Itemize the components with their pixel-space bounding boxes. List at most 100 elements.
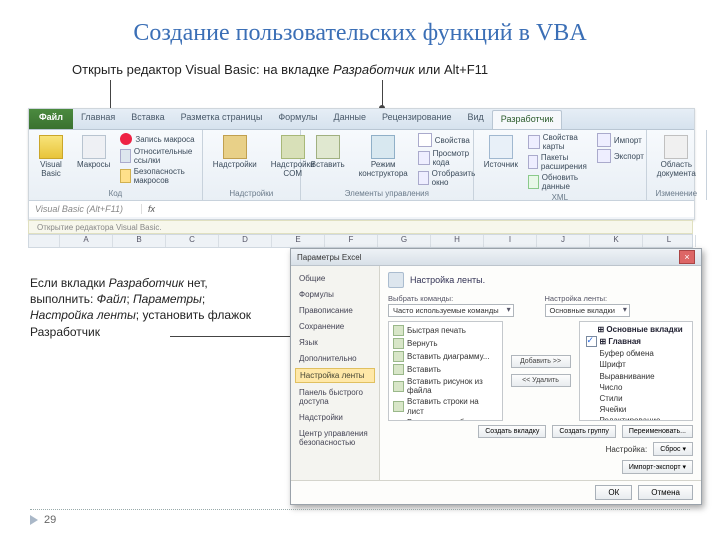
tree-child[interactable]: Буфер обмена (582, 348, 691, 359)
tree-child[interactable]: Шрифт (582, 359, 691, 370)
callout-line-1 (110, 80, 111, 110)
shield-icon (120, 169, 130, 183)
tree-node[interactable]: ⊞ Основные вкладки (582, 324, 691, 335)
btn-rename[interactable]: Переименовать... (622, 425, 693, 438)
sidebar-item[interactable]: Сохранение (295, 320, 375, 333)
list-item[interactable]: Вставить рисунок из файла (391, 376, 500, 396)
import-icon (597, 133, 611, 147)
ribbon-body: Visual Basic Макросы Запись макроса Отно… (29, 130, 694, 200)
insert-ctrl-icon (316, 135, 340, 159)
btn-import[interactable]: Импорт (597, 133, 644, 147)
subtitle: Открыть редактор Visual Basic: на вкладк… (72, 62, 488, 77)
group-xml-caption: XML (480, 191, 640, 202)
excel-ribbon: Файл Главная Вставка Разметка страницы Ф… (28, 108, 695, 220)
tree-child[interactable]: Ячейки (582, 404, 691, 415)
sidebar-item[interactable]: Настройка ленты (295, 368, 375, 383)
relref-icon (120, 149, 131, 163)
xml-source-icon (489, 135, 513, 159)
ribbon-tabs: Файл Главная Вставка Разметка страницы Ф… (29, 109, 694, 130)
btn-view-code[interactable]: Просмотр кода (418, 149, 479, 167)
commands-listbox[interactable]: Быстрая печатьВернутьВставить диаграмму.… (388, 321, 503, 421)
btn-ok[interactable]: ОК (595, 485, 632, 500)
refresh-icon (528, 175, 539, 189)
callout-line-3 (170, 336, 295, 337)
btn-addins[interactable]: Надстройки (209, 133, 261, 172)
sidebar-item[interactable]: Дополнительно (295, 352, 375, 365)
tree-child[interactable]: Стили (582, 393, 691, 404)
viewcode-icon (418, 151, 430, 165)
tab-developer[interactable]: Разработчик (492, 110, 562, 129)
macros-icon (82, 135, 106, 159)
btn-expansion[interactable]: Пакеты расширения (528, 153, 591, 171)
tree-child[interactable]: Число (582, 382, 691, 393)
btn-cancel[interactable]: Отмена (638, 485, 693, 500)
dialog-sidebar: Общие Формулы Правописание Сохранение Язык До… (291, 266, 380, 480)
btn-record-macro[interactable]: Запись макроса (120, 133, 195, 145)
list-item[interactable]: Быстрая печать (391, 324, 500, 337)
btn-macros[interactable]: Макросы (73, 133, 114, 172)
list-item[interactable]: Вставить (391, 363, 500, 376)
formula-bar: Visual Basic (Alt+F11) fx (29, 200, 694, 217)
record-icon (120, 133, 132, 145)
sidebar-item[interactable]: Центр управления безопасностью (295, 427, 375, 449)
btn-reset[interactable]: Сброс ▾ (653, 442, 693, 456)
right-combo[interactable]: Основные вкладки (545, 304, 630, 317)
btn-doc-area[interactable]: Область документа (653, 133, 700, 181)
tab-pagelayout[interactable]: Разметка страницы (173, 109, 271, 129)
btn-insert-ctrl[interactable]: Вставить (307, 133, 349, 172)
btn-refresh[interactable]: Обновить данные (528, 173, 591, 191)
btn-source[interactable]: Источник (480, 133, 522, 172)
btn-export[interactable]: Экспорт (597, 149, 644, 163)
list-item[interactable]: Вставить столбцы на лист (391, 417, 500, 421)
excel-options-dialog: Параметры Excel × Общие Формулы Правописан… (290, 248, 702, 505)
sidebar-item[interactable]: Язык (295, 336, 375, 349)
sidebar-item[interactable]: Формулы (295, 288, 375, 301)
subtitle-text-1: Открыть редактор Visual Basic: на вкладк… (72, 62, 333, 77)
tab-view[interactable]: Вид (460, 109, 492, 129)
list-item[interactable]: Вставить диаграмму... (391, 350, 500, 363)
dialog-main: Настройка ленты. Выбрать команды: Часто … (380, 266, 701, 480)
btn-relative-refs[interactable]: Относительные ссылки (120, 147, 195, 165)
list-item[interactable]: Вернуть (391, 337, 500, 350)
add-remove-buttons: Добавить >> << Удалить (511, 355, 571, 387)
tree-child[interactable]: Выравнивание (582, 371, 691, 382)
tab-insert[interactable]: Вставка (123, 109, 172, 129)
sidebar-item[interactable]: Правописание (295, 304, 375, 317)
command-icon (393, 325, 404, 336)
left-combo[interactable]: Часто используемые команды (388, 304, 514, 317)
tab-file[interactable]: Файл (29, 109, 73, 129)
sidebar-item[interactable]: Надстройки (295, 411, 375, 424)
tab-review[interactable]: Рецензирование (374, 109, 460, 129)
ribbon-tree[interactable]: ⊞ Основные вкладки⊞ ГлавнаяБуфер обменаШ… (579, 321, 694, 421)
btn-new-group[interactable]: Создать группу (552, 425, 616, 438)
tree-node[interactable]: ⊞ Главная (582, 335, 691, 348)
btn-design-mode[interactable]: Режим конструктора (355, 133, 412, 181)
tab-data[interactable]: Данные (325, 109, 374, 129)
btn-map-props[interactable]: Свойства карты (528, 133, 591, 151)
btn-import-export[interactable]: Импорт-экспорт ▾ (622, 460, 693, 474)
docarea-icon (664, 135, 688, 159)
checkbox[interactable] (586, 336, 597, 347)
footer-triangle-icon (30, 515, 38, 525)
dialog-titlebar: Параметры Excel × (291, 249, 701, 266)
tooltip-row: Открытие редактора Visual Basic. (28, 220, 693, 234)
btn-macro-security[interactable]: Безопасность макросов (120, 167, 195, 185)
name-box[interactable]: Visual Basic (Alt+F11) (29, 204, 142, 214)
tab-home[interactable]: Главная (73, 109, 123, 129)
btn-add[interactable]: Добавить >> (511, 355, 571, 368)
page-number: 29 (44, 514, 56, 526)
sidebar-item[interactable]: Панель быстрого доступа (295, 386, 375, 408)
btn-visual-basic[interactable]: Visual Basic (35, 133, 67, 181)
gear-icon (388, 272, 404, 288)
btn-new-tab[interactable]: Создать вкладку (478, 425, 546, 438)
expansion-icon (528, 155, 538, 169)
btn-properties[interactable]: Свойства (418, 133, 479, 147)
btn-remove[interactable]: << Удалить (511, 374, 571, 387)
sidebar-item[interactable]: Общие (295, 272, 375, 285)
tree-child[interactable]: Редактирование (582, 415, 691, 421)
tab-formulas[interactable]: Формулы (270, 109, 325, 129)
command-icon (393, 351, 404, 362)
list-item[interactable]: Вставить строки на лист (391, 396, 500, 416)
btn-show-window[interactable]: Отобразить окно (418, 169, 479, 187)
close-icon[interactable]: × (679, 250, 695, 264)
